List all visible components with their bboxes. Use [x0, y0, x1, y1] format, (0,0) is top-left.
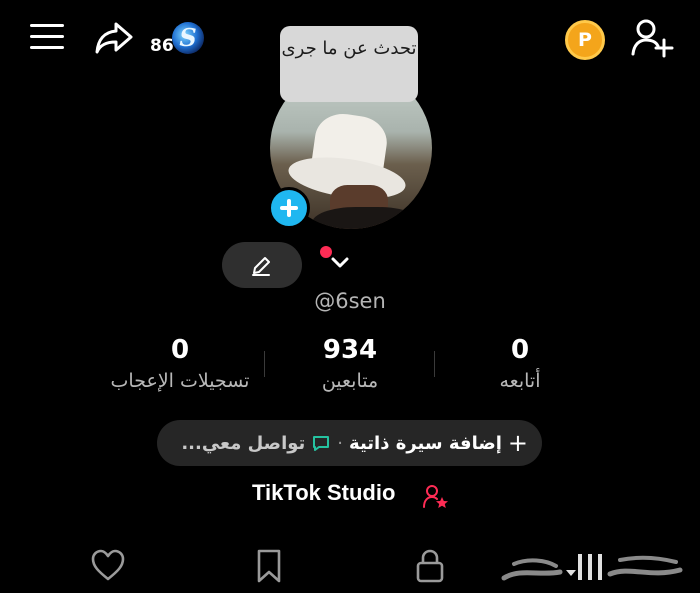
- likes-count[interactable]: 0: [140, 335, 220, 365]
- status-tooltip[interactable]: تحدث عن ما جرى: [280, 26, 418, 102]
- tiktok-studio-label[interactable]: TikTok Studio: [252, 480, 395, 506]
- stats-divider: [264, 351, 265, 377]
- chat-icon: [313, 436, 330, 451]
- following-label[interactable]: أتابعه: [470, 370, 570, 392]
- share-icon[interactable]: [94, 20, 134, 56]
- username: @6sen: [314, 289, 386, 313]
- followers-label[interactable]: متابعين: [290, 370, 410, 392]
- add-user-icon[interactable]: [630, 18, 674, 58]
- bookmark-icon[interactable]: [251, 548, 287, 584]
- level-badge-number: 86: [150, 36, 174, 56]
- lock-icon[interactable]: [412, 548, 448, 584]
- pencil-icon: [252, 257, 270, 276]
- following-count[interactable]: 0: [480, 335, 560, 365]
- watermark-logo: [501, 554, 683, 581]
- separator-dot: ·: [337, 432, 344, 454]
- add-bio-label[interactable]: إضافة سيرة ذاتية: [349, 433, 502, 454]
- followers-count[interactable]: 934: [300, 335, 400, 365]
- likes-label[interactable]: تسجيلات الإعجاب: [90, 370, 270, 392]
- heart-icon[interactable]: [90, 548, 126, 584]
- contact-label[interactable]: تواصل معي...: [181, 433, 305, 454]
- coin-icon[interactable]: P: [565, 20, 605, 60]
- plus-icon: +: [507, 429, 528, 457]
- add-avatar-button[interactable]: [268, 187, 310, 229]
- stats-divider: [434, 351, 435, 377]
- level-badge-logo: S: [172, 22, 204, 54]
- bio-pill[interactable]: + إضافة سيرة ذاتية · تواصل معي...: [157, 420, 542, 466]
- creator-star-icon[interactable]: [422, 484, 450, 510]
- chevron-down-icon[interactable]: [330, 256, 350, 270]
- menu-icon[interactable]: [30, 24, 64, 50]
